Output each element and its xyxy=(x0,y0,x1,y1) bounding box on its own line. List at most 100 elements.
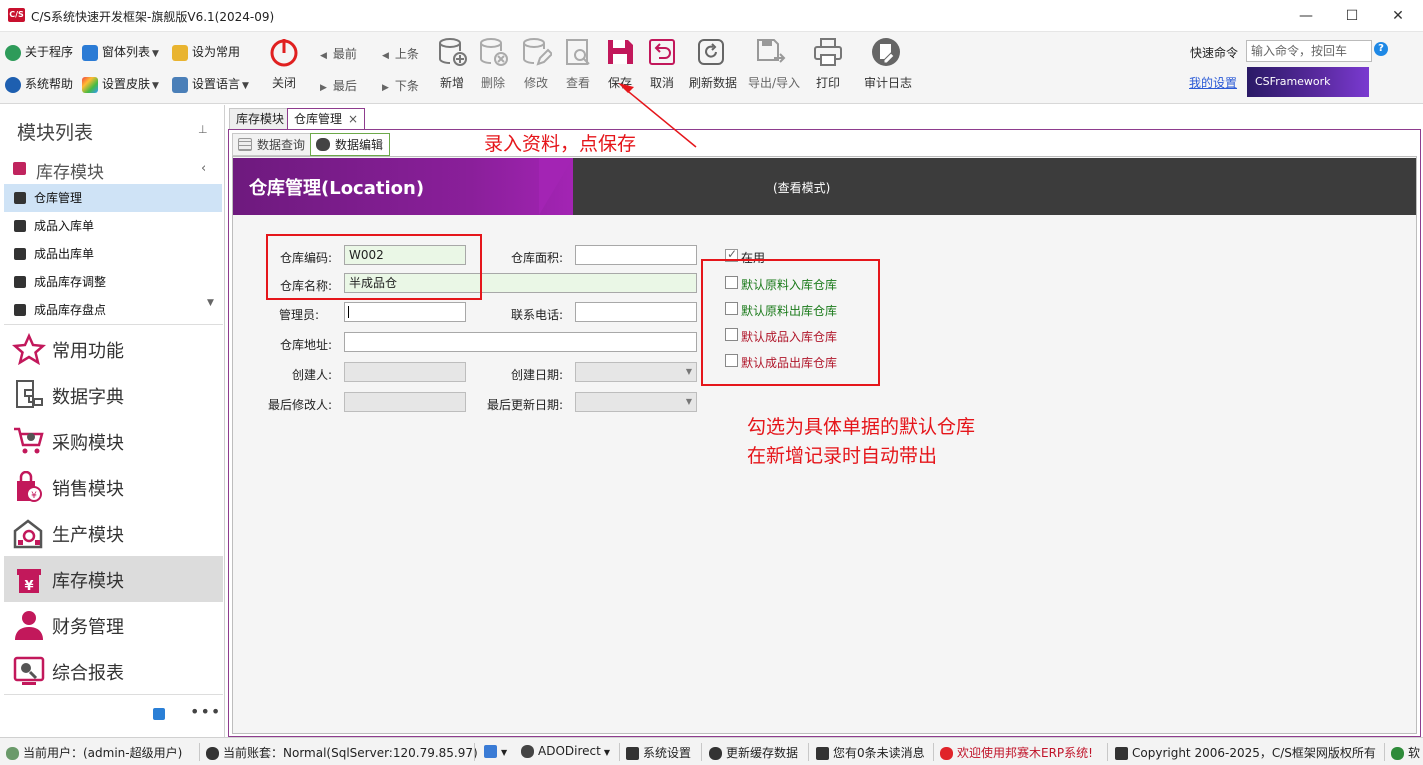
print-button[interactable]: 打印 xyxy=(806,36,850,100)
cube-icon xyxy=(14,248,26,260)
phone-field[interactable] xyxy=(575,302,697,322)
set-common-button[interactable]: 设为常用 xyxy=(172,41,240,63)
module-dictionary[interactable]: 数据字典 xyxy=(4,372,223,418)
delete-button[interactable]: 删除 xyxy=(471,36,515,100)
command-label: 快速命令 xyxy=(1190,46,1239,60)
current-user-status: 当前用户：(admin-超级用户) xyxy=(6,744,182,761)
manager-field[interactable] xyxy=(344,302,466,322)
divider xyxy=(701,743,702,761)
windows-icon xyxy=(82,44,98,61)
help-icon xyxy=(5,76,21,93)
language-button[interactable]: 设置语言 ▼ xyxy=(172,73,249,95)
prev-record-button[interactable]: ◀ 上条 xyxy=(382,45,419,62)
module-finance[interactable]: 财务管理 xyxy=(4,602,223,648)
module-common[interactable]: 常用功能 xyxy=(4,326,223,372)
cube-icon xyxy=(14,304,26,316)
divider xyxy=(474,743,475,761)
tree-icon xyxy=(1391,747,1404,760)
edit-button[interactable]: 修改 xyxy=(514,36,558,100)
update-date-label: 最后更新日期: xyxy=(486,398,563,412)
save-icon xyxy=(608,40,633,64)
audit-log-button[interactable]: 审计日志 xyxy=(864,36,912,100)
app-logo: C/S xyxy=(8,8,25,22)
create-date-field: ▼ xyxy=(575,362,697,382)
prev-icon: ◀ xyxy=(382,51,389,61)
skin-button[interactable]: 设置皮肤 ▼ xyxy=(82,73,159,95)
extra-status: 软 xyxy=(1391,744,1420,761)
module-sales[interactable]: ¥ 销售模块 xyxy=(4,464,223,510)
report-icon xyxy=(13,656,45,685)
tab-data-edit[interactable]: 数据编辑 xyxy=(310,133,391,156)
module-inventory[interactable]: ¥ 库存模块 xyxy=(4,556,223,602)
create-date-label: 创建日期: xyxy=(510,368,563,382)
minimize-button[interactable]: — xyxy=(1283,0,1329,32)
mail-icon xyxy=(816,747,829,760)
more-icon[interactable]: ••• xyxy=(190,702,221,721)
layout-icon[interactable] xyxy=(153,708,165,720)
yuan-icon xyxy=(13,162,26,175)
chevron-down-icon: ▼ xyxy=(152,49,159,59)
ribbon-toolbar: 关于程序 窗体列表 ▼ 设为常用 系统帮助 设置皮肤 ▼ 设置语言 ▼ 关闭 ◀ 最前 … xyxy=(0,32,1423,104)
maximize-button[interactable]: ☐ xyxy=(1329,0,1375,32)
database-add-icon xyxy=(439,38,467,66)
help-icon[interactable]: ? xyxy=(1374,42,1388,56)
module-sidebar: 模块列表 ⊥ 库存模块 ‹ 仓库管理 成品入库单 成品出库单 成品库存调整 成品… xyxy=(0,105,225,737)
text-cursor xyxy=(348,306,349,318)
system-help-button[interactable]: 系统帮助 xyxy=(5,73,73,95)
last-record-button[interactable]: ▶ 最后 xyxy=(320,77,357,94)
close-button[interactable]: 关闭 xyxy=(262,36,306,100)
sidebar-item-product-in[interactable]: 成品入库单 xyxy=(4,212,222,240)
sidebar-item-product-out[interactable]: 成品出库单 xyxy=(4,240,222,268)
module-production[interactable]: 生产模块 xyxy=(4,510,223,556)
cube-icon xyxy=(1115,747,1128,760)
tools-icon xyxy=(626,747,639,760)
close-tab-icon[interactable]: × xyxy=(348,109,358,129)
system-settings-button[interactable]: 系统设置 xyxy=(626,744,691,761)
close-window-button[interactable]: ✕ xyxy=(1375,0,1421,32)
export-import-button[interactable]: 导出/导入 xyxy=(748,36,800,100)
update-date-field: ▼ xyxy=(575,392,697,412)
view-button[interactable]: 查看 xyxy=(556,36,600,100)
divider xyxy=(4,324,223,325)
address-field[interactable] xyxy=(344,332,697,352)
tab-inventory-module[interactable]: 库存模块 xyxy=(229,108,292,129)
area-label: 仓库面积: xyxy=(510,251,563,265)
cube-icon xyxy=(14,276,26,288)
module-reports[interactable]: 综合报表 xyxy=(4,648,223,694)
export-icon xyxy=(757,39,786,63)
cube-icon xyxy=(14,220,26,232)
refresh-icon xyxy=(709,747,722,760)
about-button[interactable]: 关于程序 xyxy=(5,41,73,63)
first-record-button[interactable]: ◀ 最前 xyxy=(320,45,357,62)
pin-icon[interactable]: ⊥ xyxy=(198,123,208,136)
database-delete-icon xyxy=(480,38,508,66)
command-input[interactable] xyxy=(1246,40,1372,62)
add-button[interactable]: 新增 xyxy=(430,36,474,100)
divider xyxy=(933,743,934,761)
connection-dropdown[interactable]: ADODirect ▼ xyxy=(521,744,610,758)
sidebar-item-warehouse[interactable]: 仓库管理 xyxy=(4,184,222,212)
first-icon: ◀ xyxy=(320,51,327,61)
area-field[interactable] xyxy=(575,245,697,265)
tab-warehouse[interactable]: 仓库管理 × xyxy=(287,108,366,130)
annotation-arrow xyxy=(618,83,697,148)
scroll-down-icon[interactable]: ▼ xyxy=(207,298,214,308)
refresh-cache-button[interactable]: 更新缓存数据 xyxy=(709,744,798,761)
connection-icon xyxy=(521,745,534,758)
next-record-button[interactable]: ▶ 下条 xyxy=(382,77,419,94)
window-list-button[interactable]: 窗体列表 ▼ xyxy=(82,41,159,63)
layout-dropdown[interactable]: ▼ xyxy=(484,744,507,758)
divider xyxy=(199,743,200,761)
module-purchase[interactable]: 采购模块 xyxy=(4,418,223,464)
tab-data-query[interactable]: 数据查询 xyxy=(232,133,313,156)
annotation-hint-line1: 勾选为具体单据的默认仓库 xyxy=(747,416,976,438)
sidebar-group-inventory[interactable]: 库存模块 ‹ xyxy=(0,155,224,183)
dropdown-arrow-icon: ▼ xyxy=(685,367,692,376)
messages-button[interactable]: 您有0条未读消息 xyxy=(816,744,925,761)
header-wedge xyxy=(539,158,573,215)
divider xyxy=(619,743,620,761)
globe-icon xyxy=(5,44,21,61)
sidebar-item-stocktake[interactable]: 成品库存盘点 xyxy=(4,296,222,324)
my-settings-link[interactable]: 我的设置 xyxy=(1189,74,1237,91)
sidebar-item-stock-adjust[interactable]: 成品库存调整 xyxy=(4,268,222,296)
